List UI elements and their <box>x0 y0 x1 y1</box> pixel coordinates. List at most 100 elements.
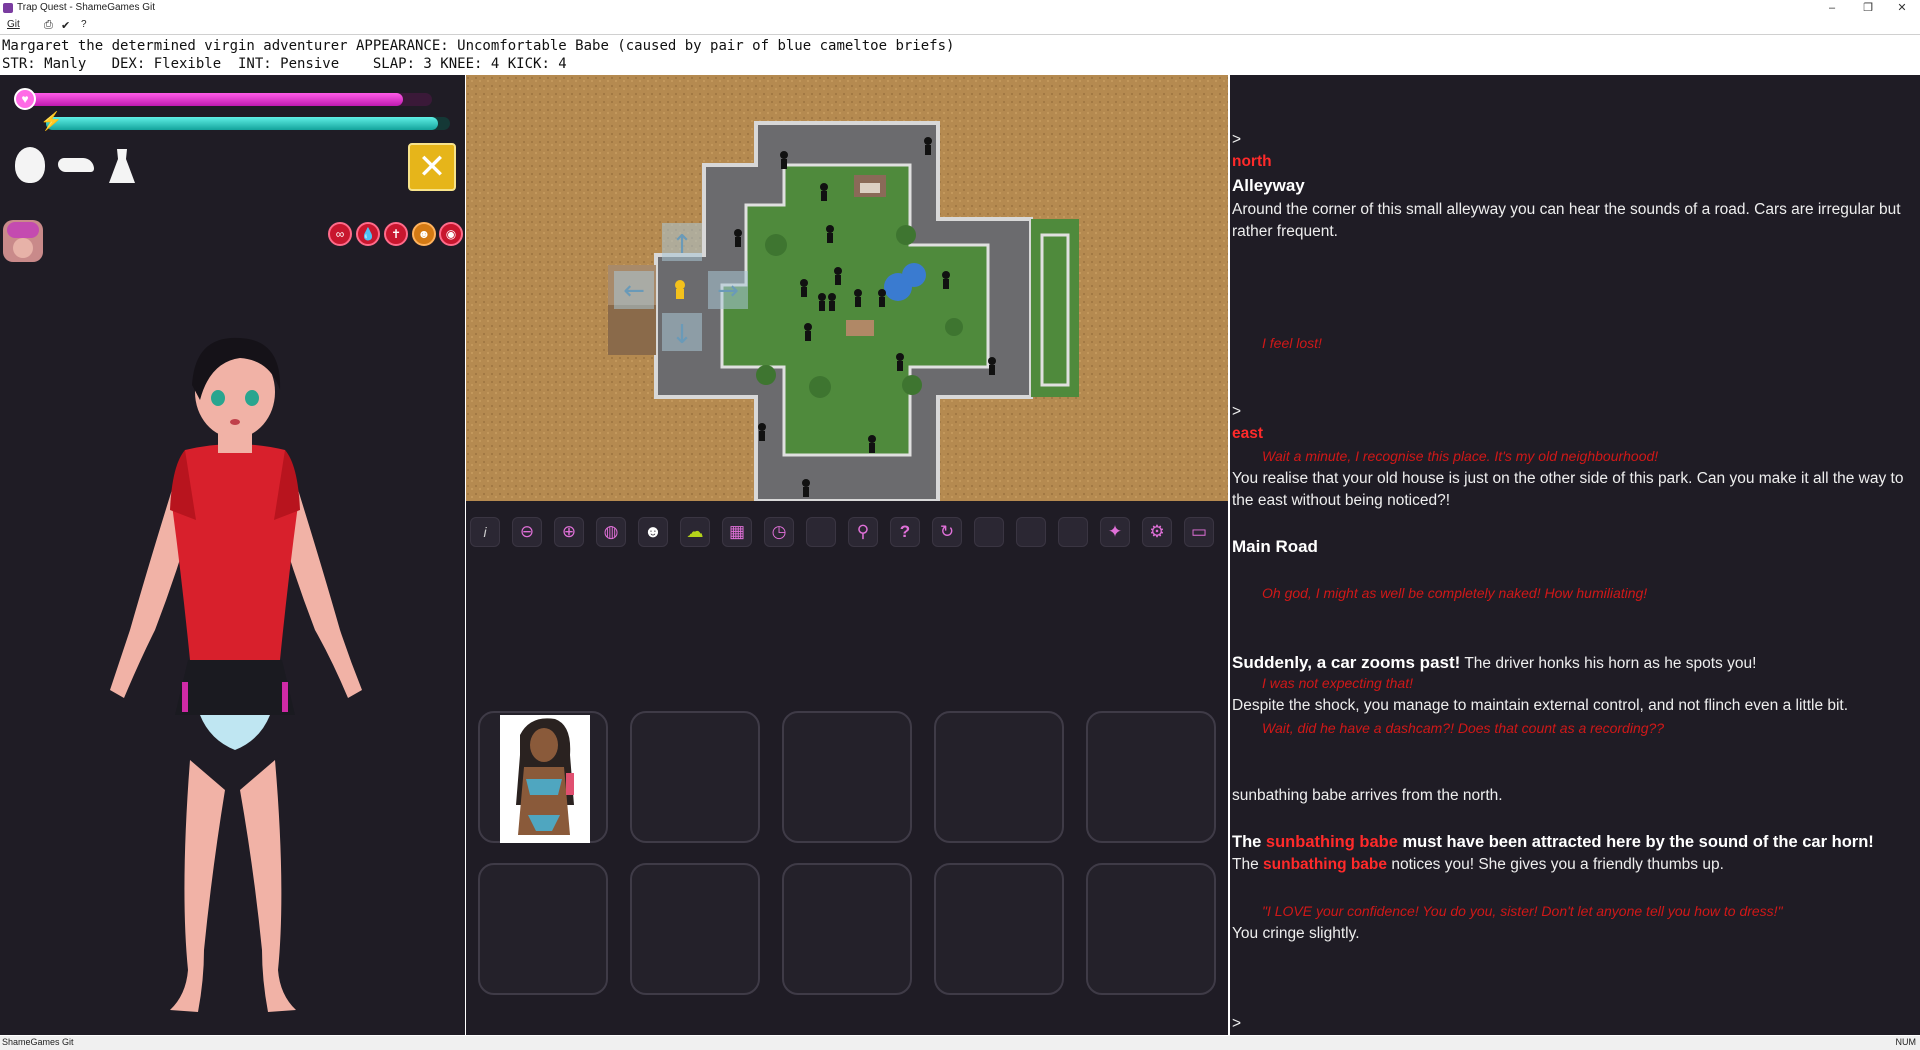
inventory-slot-3[interactable] <box>782 711 912 843</box>
event-line: Suddenly, a car zooms past! The driver h… <box>1232 653 1756 673</box>
brain-button[interactable]: ☁ <box>680 517 710 547</box>
attract-post: must have been attracted here by the sou… <box>1397 833 1874 851</box>
inventory-slot-1[interactable] <box>478 711 608 843</box>
thought-text: I feel lost! <box>1262 335 1322 351</box>
zoom-in-icon: ⊕ <box>561 522 577 541</box>
menu-help[interactable]: ? <box>81 19 87 30</box>
empty-slot-button[interactable] <box>806 517 836 547</box>
svg-text:↓: ↓ <box>671 320 693 350</box>
empty-slot-button[interactable] <box>1058 517 1088 547</box>
dress-icon <box>109 149 135 183</box>
checkmark-icon[interactable]: ✔ <box>61 19 70 32</box>
narration: You realise that your old house is just … <box>1232 470 1904 509</box>
screen-button[interactable]: ▭ <box>1184 517 1214 547</box>
inventory-slot-2[interactable] <box>630 711 760 843</box>
inventory-slot-8[interactable] <box>782 863 912 995</box>
prompt: > <box>1232 131 1242 148</box>
app-icon <box>3 3 13 13</box>
event-text: The driver honks his horn as he spots yo… <box>1460 655 1757 672</box>
room-description: Around the corner of this small alleyway… <box>1232 201 1901 240</box>
room-title: Main Road <box>1232 537 1318 556</box>
numlock-indicator: NUM <box>1895 1037 1917 1047</box>
gear-icon: ⚙ <box>1149 522 1165 541</box>
status-effect-infinity-icon: ∞ <box>328 222 352 246</box>
window-titlebar: Trap Quest - ShameGames Git – ❐ ✕ <box>0 0 1920 16</box>
character-panel: ♥ ⚡ ✕ ∞ 💧 ✝ ☻ ◉ <box>0 75 465 1035</box>
info-icon: i <box>483 524 487 540</box>
command-echo: east <box>1232 425 1264 442</box>
hand-icon <box>58 158 94 172</box>
status-effect-cross-icon: ✝ <box>384 222 408 246</box>
globe-button[interactable]: ◍ <box>596 517 626 547</box>
map-pin-button[interactable]: ⚲ <box>848 517 878 547</box>
attract-line: The sunbathing babe must have been attra… <box>1232 833 1874 852</box>
status-effect-eye-icon: ◉ <box>439 222 463 246</box>
command-toolbar: i ⊖ ⊕ ◍ ☻ ☁ ▦ ◷ ⚲ ? ↻ ✦ ⚙ ▭ <box>466 501 1228 559</box>
inventory-grid-button[interactable]: ▦ <box>722 517 752 547</box>
thought-text: Wait, did he have a dashcam?! Does that … <box>1262 720 1665 736</box>
pineapple-icon: ✦ <box>1107 522 1123 541</box>
map-canvas: ↑ ↓ → ← <box>466 75 1228 501</box>
thought-text: Oh god, I might as well be completely na… <box>1262 585 1648 601</box>
zoom-out-button[interactable]: ⊖ <box>512 517 542 547</box>
minimize-button[interactable]: – <box>1814 0 1850 16</box>
empty-slot-button[interactable] <box>1016 517 1046 547</box>
svg-text:←: ← <box>623 276 645 306</box>
attract-pre: The <box>1232 833 1266 851</box>
inventory-slot-9[interactable] <box>934 863 1064 995</box>
status-line-1: Margaret the determined virgin adventure… <box>2 38 955 54</box>
command-prompt[interactable]: > <box>1232 1015 1241 1033</box>
transcript-icon[interactable]: ⎙ <box>44 19 53 32</box>
event-headline: Suddenly, a car zooms past! <box>1232 653 1461 672</box>
narration: Despite the shock, you manage to maintai… <box>1232 697 1849 714</box>
hunger-icon: ✕ <box>408 143 456 191</box>
clock-button[interactable]: ◷ <box>764 517 794 547</box>
menubar: Git ⎙ ✔ ? <box>0 16 1920 35</box>
brain-icon: ☁ <box>686 522 704 541</box>
notice-pre: The <box>1232 856 1264 873</box>
settings-button[interactable]: ⚙ <box>1142 517 1172 547</box>
clock-icon: ◷ <box>771 522 787 541</box>
status-line-2: STR: Manly DEX: Flexible INT: Pensive SL… <box>2 56 567 72</box>
prompt: > <box>1232 403 1242 420</box>
zoom-out-icon: ⊖ <box>519 522 535 541</box>
refresh-icon: ↻ <box>939 522 955 541</box>
narration: sunbathing babe arrives from the north. <box>1232 787 1503 804</box>
zoom-in-button[interactable]: ⊕ <box>554 517 584 547</box>
character-figure <box>110 337 362 1012</box>
screen-icon: ▭ <box>1190 522 1208 541</box>
inventory-slot-6[interactable] <box>478 863 608 995</box>
npc-quote: "I LOVE your confidence! You do you, sis… <box>1262 903 1783 919</box>
inventory-slot-10[interactable] <box>1086 863 1216 995</box>
inventory-slot-4[interactable] <box>934 711 1064 843</box>
notice-post: notices you! She gives you a friendly th… <box>1387 856 1724 873</box>
map-view[interactable]: ↑ ↓ → ← <box>466 75 1228 501</box>
window-title: Trap Quest - ShameGames Git <box>17 2 156 13</box>
face-portrait <box>3 220 43 262</box>
grid-icon: ▦ <box>728 522 746 541</box>
svg-text:↑: ↑ <box>671 230 693 260</box>
npc-name[interactable]: sunbathing babe <box>1263 856 1387 873</box>
restore-button[interactable]: ❐ <box>1850 0 1886 16</box>
inventory-slot-5[interactable] <box>1086 711 1216 843</box>
npc-name[interactable]: sunbathing babe <box>1266 833 1398 851</box>
thought-text: I was not expecting that! <box>1262 675 1413 691</box>
close-button[interactable]: ✕ <box>1884 0 1920 16</box>
status-effect-drops-icon: 💧 <box>356 222 380 246</box>
inventory-slot-7[interactable] <box>630 863 760 995</box>
pineapple-button[interactable]: ✦ <box>1100 517 1130 547</box>
empty-slot-button[interactable] <box>974 517 1004 547</box>
menu-git[interactable]: Git <box>7 19 20 30</box>
story-log[interactable]: > north Alleyway Around the corner of th… <box>1230 75 1920 1035</box>
mask-icon: ☻ <box>644 522 662 541</box>
refresh-button[interactable]: ↻ <box>932 517 962 547</box>
health-bar-track <box>18 93 432 106</box>
notice-line: The sunbathing babe notices you! She giv… <box>1232 856 1724 874</box>
help-button[interactable]: ? <box>890 517 920 547</box>
health-bar-fill <box>18 93 404 106</box>
status-text: Margaret the determined virgin adventure… <box>0 36 1920 74</box>
map-pin-icon: ⚲ <box>856 522 870 541</box>
statusbar: ShameGames Git NUM <box>0 1036 1920 1050</box>
mask-button[interactable]: ☻ <box>638 517 668 547</box>
info-button[interactable]: i <box>470 517 500 547</box>
